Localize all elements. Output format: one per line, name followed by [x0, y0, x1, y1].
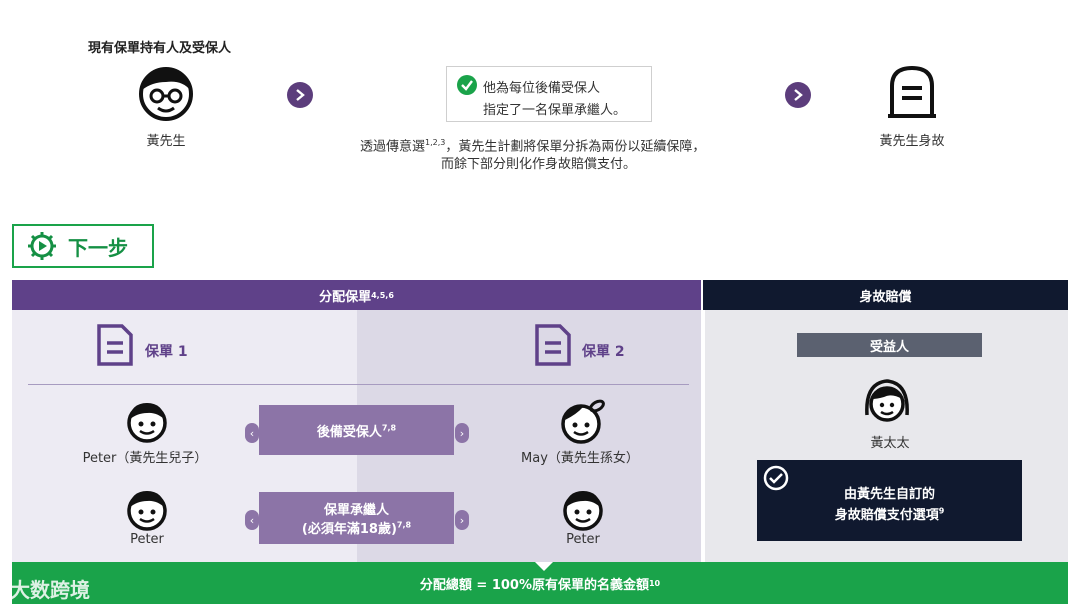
- man-with-glasses-icon: [139, 67, 193, 121]
- description-line-2: 而餘下部分則化作身故賠償支付。: [441, 157, 637, 172]
- bar-notch: [535, 562, 553, 571]
- son-face-icon: [563, 491, 603, 531]
- girl-face-icon: [561, 399, 605, 444]
- payout-option-box: 由黃先生自訂的 身故賠償支付選項9: [757, 460, 1022, 541]
- person-deceased-label: 黃先生身故: [879, 134, 945, 149]
- chevron-left-icon: ‹: [245, 423, 259, 443]
- beneficiary-name: 黃太太: [870, 436, 910, 451]
- policy-successor-box: 保單承繼人 (必須年滿18歲)7,8: [259, 492, 454, 544]
- son-face-icon: [127, 403, 167, 443]
- death-benefit-header: 身故賠償: [703, 280, 1068, 310]
- next-step-badge: 下一步: [12, 224, 154, 268]
- note-box: 他為每位後備受保人 指定了一名保單承繼人。: [446, 66, 652, 122]
- tombstone-icon: [888, 65, 936, 118]
- person-label: May（黃先生孫女）: [521, 451, 639, 466]
- person-name: 黃先生: [146, 134, 186, 149]
- payout-option-line-1: 由黃先生自訂的: [843, 487, 935, 502]
- check-circle-icon: [457, 75, 477, 95]
- backup-insured-box: 後備受保人7,8: [259, 405, 454, 455]
- watermark-text: 大数跨境: [10, 578, 90, 602]
- chevron-right-icon: ›: [455, 423, 469, 443]
- beneficiary-label: 受益人: [797, 333, 982, 357]
- policy-1-label: 保單 1: [145, 344, 188, 360]
- son-face-icon: [127, 491, 167, 531]
- payout-option-line-2: 身故賠償支付選項9: [834, 506, 945, 523]
- chevron-right-icon: ›: [455, 510, 469, 530]
- section-title: 現有保單持有人及受保人: [88, 41, 232, 56]
- policy-2-label: 保單 2: [582, 344, 625, 360]
- document-icon: [97, 324, 133, 366]
- next-arrow-icon: [785, 82, 811, 108]
- person-label: Peter（黃先生兒子）: [82, 451, 208, 466]
- divider: [28, 384, 689, 385]
- watermark-logo: 大数跨境: [10, 574, 90, 603]
- next-step-label: 下一步: [68, 235, 128, 260]
- next-arrow-icon: [287, 82, 313, 108]
- person-label: Peter: [130, 532, 164, 547]
- allocation-header: 分配保單 4,5,6: [12, 280, 701, 310]
- note-line-2: 指定了一名保單承繼人。: [483, 103, 627, 118]
- person-label: Peter: [566, 532, 600, 547]
- chevron-left-icon: ‹: [245, 510, 259, 530]
- document-icon: [535, 324, 571, 366]
- woman-face-icon: [865, 379, 909, 422]
- gear-play-icon: [28, 232, 56, 260]
- note-line-1: 他為每位後備受保人: [483, 81, 601, 96]
